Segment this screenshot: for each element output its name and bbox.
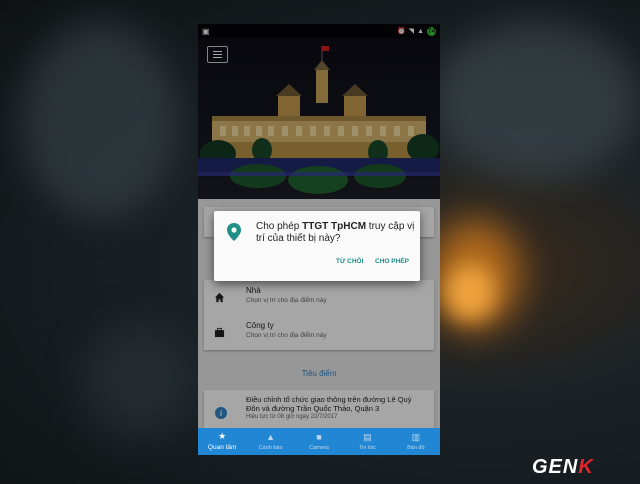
nav-item-tin-tuc[interactable]: ▤ Tin tức (343, 428, 391, 455)
nav-label: Tin tức (358, 444, 376, 451)
location-pin-icon (227, 223, 241, 241)
nav-item-canh-bao[interactable]: ▲ Cảnh báo (246, 428, 294, 455)
nav-item-quan-tam[interactable]: ★ Quan tâm (198, 428, 246, 455)
watermark-accent: K (578, 456, 594, 478)
camera-icon: ■ (316, 431, 322, 442)
dialog-message: Cho phép TTGT TpHCM truy cập vị trí của … (256, 221, 416, 245)
warning-icon: ▲ (266, 431, 276, 442)
nav-item-camera[interactable]: ■ Camera (295, 428, 343, 455)
star-icon: ★ (218, 431, 227, 441)
nav-label: Cảnh báo (258, 444, 283, 451)
background-blur (430, 20, 640, 180)
deny-button[interactable]: TỪ CHỐI (336, 258, 363, 265)
background-blur (20, 20, 180, 220)
watermark-main: GEN (532, 456, 579, 478)
nav-label: Camera (309, 444, 329, 451)
background-light (445, 265, 495, 320)
background-blur (80, 320, 200, 440)
map-icon: ▥ (411, 431, 421, 442)
news-icon: ▤ (363, 431, 372, 442)
allow-button[interactable]: CHO PHÉP (375, 258, 409, 265)
dialog-text-prefix: Cho phép (256, 221, 303, 232)
bottom-navigation: ★ Quan tâm ▲ Cảnh báo ■ Camera ▤ Tin tức… (198, 428, 440, 455)
nav-label: Quan tâm (207, 444, 237, 451)
nav-label: Bản đồ (407, 444, 425, 451)
watermark-logo: GENK (532, 456, 594, 479)
location-permission-dialog: Cho phép TTGT TpHCM truy cập vị trí của … (214, 211, 420, 281)
dialog-app-name: TTGT TpHCM (302, 221, 367, 232)
nav-item-ban-do[interactable]: ▥ Bản đồ (392, 428, 440, 455)
